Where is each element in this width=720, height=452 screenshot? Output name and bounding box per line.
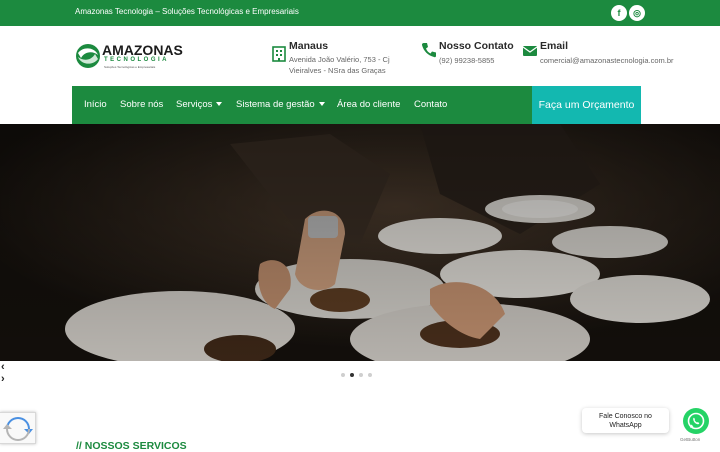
recaptcha-icon [3, 417, 33, 441]
nav-item-sistema-label: Sistema de gestão [236, 99, 315, 110]
whatsapp-bubble[interactable]: Fale Conosco no WhatsApp [582, 408, 669, 433]
logo-brand-tagline: Soluções Tecnológicas e Empresariais [104, 65, 156, 69]
nav-item-inicio[interactable]: Início [84, 99, 107, 110]
nav-item-servicos[interactable]: Serviços [176, 99, 223, 110]
phone-icon [421, 43, 436, 58]
nav-item-servicos-label: Serviços [176, 99, 213, 110]
envelope-icon [522, 46, 538, 56]
email-address[interactable]: comercial@amazonastecnologia.com.br [540, 55, 674, 66]
hero-slider[interactable] [0, 124, 720, 361]
logo-brand-sub: TECNOLOGIA [104, 57, 169, 63]
address-line-2: Vieiralves - NSra das Graças [289, 66, 386, 75]
building-icon [272, 46, 286, 62]
nav-item-sobre-nos[interactable]: Sobre nós [120, 99, 163, 110]
site-logo[interactable]: AMAZONAS TECNOLOGIA Soluções Tecnológica… [75, 42, 183, 72]
logo-brand-name: AMAZONAS [102, 42, 183, 58]
logo-swirl-icon [76, 44, 100, 68]
nav-item-sistema-de-gestao[interactable]: Sistema de gestão [236, 99, 325, 110]
recaptcha-badge[interactable] [0, 412, 36, 444]
site-header: AMAZONAS TECNOLOGIA Soluções Tecnológica… [0, 26, 720, 86]
phone-number[interactable]: (92) 99238-5855 [439, 55, 494, 66]
services-section-title: // NOSSOS SERVICOS [76, 440, 187, 452]
site-tagline: Amazonas Tecnologia – Soluções Tecnológi… [75, 7, 299, 16]
getbutton-credit[interactable]: GetButton [680, 437, 700, 442]
caret-down-icon [216, 102, 223, 107]
address-line-1: Avenida João Valério, 753 - Cj [289, 55, 390, 64]
whatsapp-bubble-line-2: WhatsApp [609, 422, 642, 429]
top-bar: Amazonas Tecnologia – Soluções Tecnológi… [0, 0, 720, 26]
facebook-icon[interactable]: f [611, 5, 627, 21]
slider-next-button[interactable]: › [1, 373, 5, 385]
slider-dot-2[interactable] [350, 373, 354, 377]
instagram-icon[interactable]: ◎ [629, 5, 645, 21]
request-quote-button[interactable]: Faça um Orçamento [532, 86, 641, 124]
slider-dot-1[interactable] [341, 373, 345, 377]
whatsapp-button[interactable] [683, 408, 709, 434]
address-title: Manaus [289, 40, 329, 52]
whatsapp-icon [687, 412, 705, 430]
nav-item-area-do-cliente[interactable]: Área do cliente [337, 99, 400, 110]
email-title: Email [540, 40, 569, 52]
caret-down-icon [318, 102, 325, 107]
slider-dot-3[interactable] [359, 373, 363, 377]
slider-dot-4[interactable] [368, 373, 372, 377]
hero-image-chef-plating [0, 124, 720, 361]
nav-item-contato[interactable]: Contato [414, 99, 447, 110]
phone-title: Nosso Contato [439, 40, 514, 52]
address-text: Avenida João Valério, 753 - Cj Vieiralve… [289, 54, 390, 76]
whatsapp-bubble-line-1: Fale Conosco no [599, 413, 652, 420]
slider-prev-button[interactable]: ‹ [1, 361, 5, 373]
